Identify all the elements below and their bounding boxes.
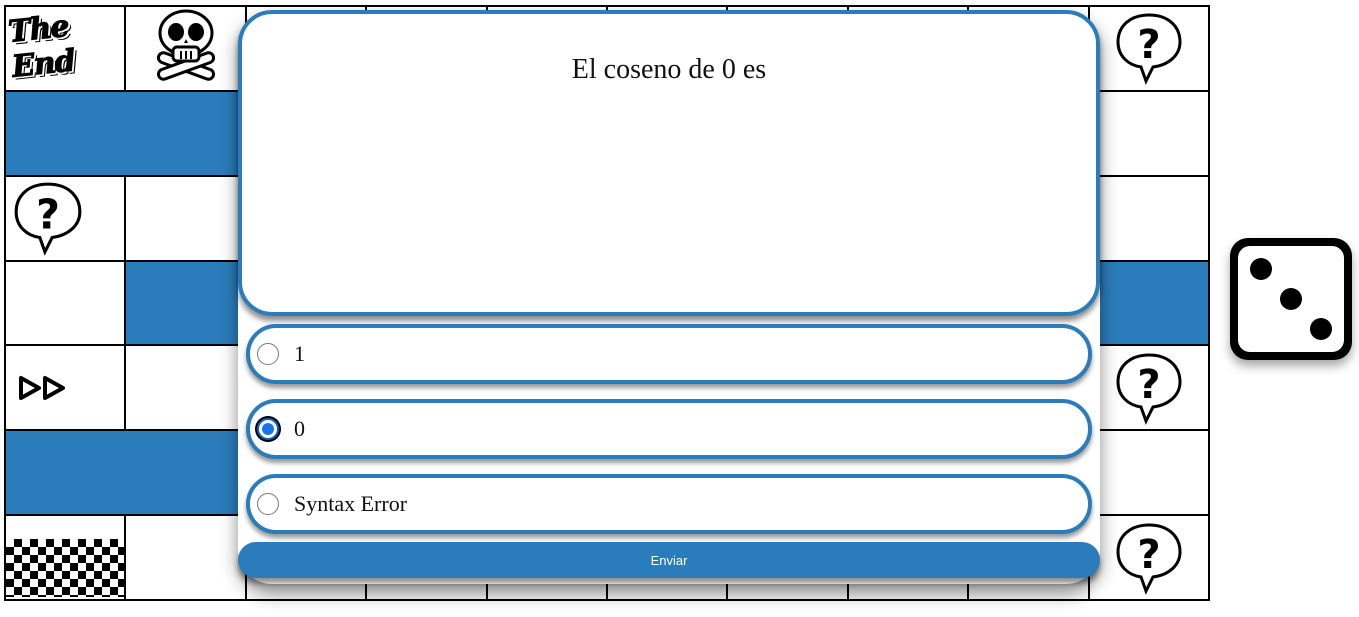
board-cell-question: ?	[1089, 7, 1208, 90]
question-text: El coseno de 0 es	[571, 54, 767, 85]
dice-button[interactable]	[1230, 238, 1352, 360]
submit-button[interactable]: Enviar	[238, 542, 1100, 578]
board-cell-blue	[126, 91, 245, 175]
board-cell-blue	[126, 431, 245, 515]
board-cell-question: ?	[1089, 516, 1208, 599]
answer-option-label: 0	[294, 416, 305, 441]
the-end-label: The End	[6, 8, 77, 85]
radio-button[interactable]	[257, 493, 279, 515]
radio-button[interactable]	[257, 343, 279, 365]
board-cell-blue	[126, 261, 247, 345]
answer-option[interactable]: Syntax Error	[246, 474, 1092, 534]
answer-option-label: 1	[294, 341, 305, 366]
question-bubble-icon: ?	[1116, 13, 1182, 86]
board-cell-question: ?	[1089, 346, 1208, 430]
die-face-three-icon	[1238, 246, 1344, 352]
question-bubble-icon: ?	[14, 182, 82, 256]
quiz-modal: El coseno de 0 es 1 0 Syntax Error Envia…	[238, 10, 1100, 584]
checkered-flag-icon	[6, 538, 125, 597]
skull-crossbones-icon	[156, 9, 215, 82]
board-cell	[6, 261, 125, 345]
fast-forward-icon	[19, 375, 66, 400]
board-cell-end: The End	[6, 7, 125, 90]
answer-option[interactable]: 1	[246, 324, 1092, 384]
radio-button-selected[interactable]	[257, 418, 279, 440]
question-bubble-icon: ?	[1116, 523, 1182, 595]
die-pip	[1250, 258, 1272, 280]
svg-text:?: ?	[1137, 532, 1160, 578]
board-cell-fast-forward	[6, 346, 125, 430]
board-cell-skull	[126, 7, 245, 90]
board-cell	[1089, 91, 1208, 175]
answer-option[interactable]: 0	[246, 399, 1092, 459]
question-box: El coseno de 0 es	[238, 10, 1100, 316]
board-cell	[1089, 431, 1208, 515]
answer-option-label: Syntax Error	[294, 491, 408, 516]
board-cell-question: ?	[6, 176, 125, 260]
board-cell	[126, 516, 245, 599]
svg-text:?: ?	[36, 190, 60, 238]
board-cell	[126, 346, 245, 430]
die-pip	[1280, 288, 1302, 310]
board-cell	[126, 176, 245, 260]
question-bubble-icon: ?	[1116, 353, 1182, 425]
svg-text:?: ?	[1137, 22, 1160, 68]
board-cell-blue	[6, 431, 127, 515]
board-cell	[1089, 176, 1208, 260]
board-cell-blue	[1089, 261, 1208, 345]
board-cell-start	[6, 516, 125, 599]
svg-text:?: ?	[1137, 362, 1160, 408]
die-pip	[1310, 318, 1332, 340]
board-cell-blue	[6, 91, 127, 175]
